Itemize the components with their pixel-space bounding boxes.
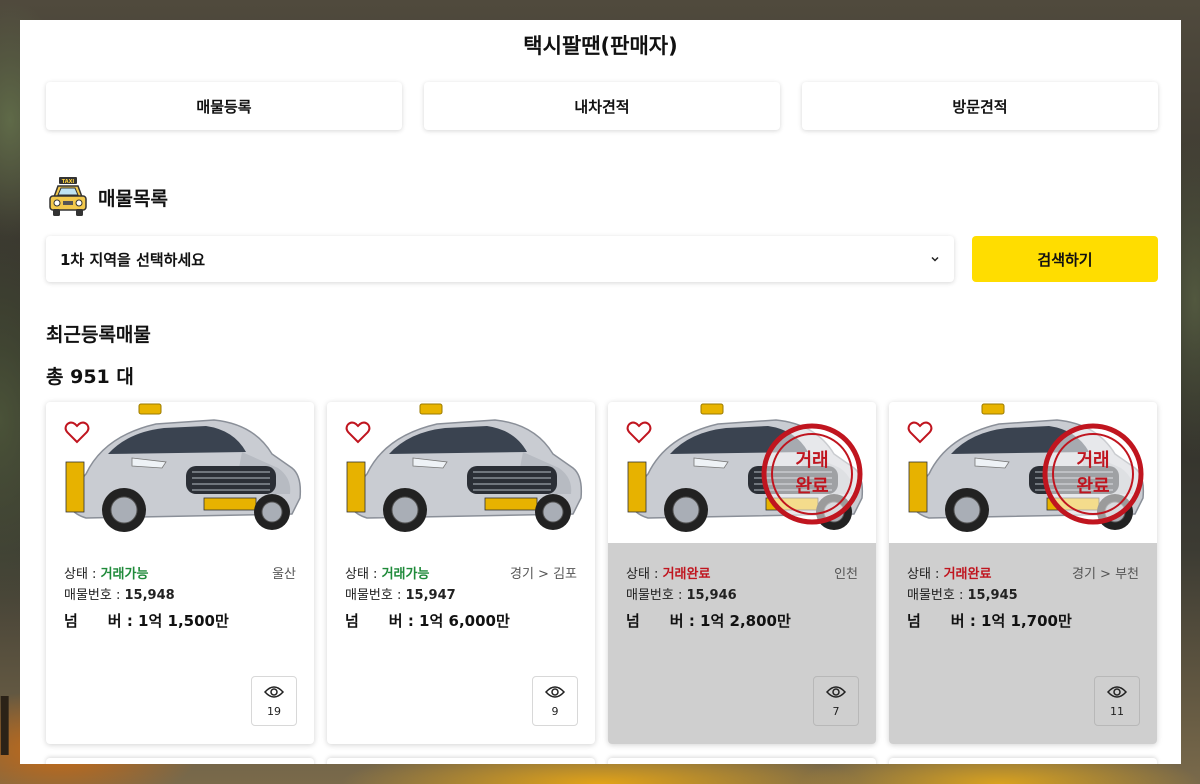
- listing-section-header: TAXI 매물목록: [46, 175, 168, 219]
- card-price: 넘 버 : 1억 2,800만: [626, 610, 791, 631]
- status-label: 상태 :: [64, 567, 101, 582]
- view-count: 19: [267, 704, 281, 718]
- card-status-row: 상태 : 거래가능 경기 > 김포: [345, 563, 577, 582]
- region-select-value: 1차 지역을 선택하세요: [60, 250, 206, 269]
- card-region: 경기 > 부천: [1072, 567, 1139, 582]
- svg-text:TAXI: TAXI: [62, 179, 75, 185]
- sold-stamp: 거래 완료: [1042, 423, 1144, 525]
- region-select[interactable]: 1차 지역을 선택하세요: [46, 236, 954, 282]
- search-button[interactable]: 검색하기: [972, 236, 1158, 282]
- price-label: 넘 버 :: [907, 612, 982, 630]
- card-region: 경기 > 김포: [510, 567, 577, 582]
- status-value: 거래가능: [100, 567, 149, 582]
- tab-my-car-quote[interactable]: 내차견적: [424, 82, 780, 130]
- price-label: 넘 버 :: [345, 612, 420, 630]
- eye-icon: [826, 685, 846, 698]
- action-tabs: 매물등록 내차견적 방문견적: [46, 82, 1158, 130]
- view-count-button[interactable]: 11: [1094, 676, 1140, 726]
- taxi-icon: TAXI: [49, 177, 87, 216]
- card-status-row: 상태 : 거래완료 경기 > 부천: [907, 563, 1139, 582]
- view-count: 7: [832, 704, 840, 718]
- sold-stamp-text-2: 완료: [795, 476, 828, 497]
- card-price: 넘 버 : 1억 1,500만: [64, 610, 229, 631]
- sold-stamp-text-2: 완료: [1076, 476, 1109, 497]
- recent-listings-title: 최근등록매물: [46, 324, 151, 346]
- tab-visit-quote[interactable]: 방문견적: [802, 82, 1158, 130]
- card-region: 울산: [272, 567, 296, 582]
- listing-no-value: 15,947: [405, 588, 456, 603]
- eye-icon: [545, 685, 565, 698]
- main-panel: 택시팔땐(판매자) 매물등록 내차견적 방문견적 TAXI 매물목록 1차 지역…: [20, 20, 1181, 764]
- price-label: 넘 버 :: [626, 612, 701, 630]
- listing-no-label: 매물번호 :: [907, 588, 968, 603]
- listing-card[interactable]: 상태 : 거래가능 경기 > 김포 매물번호 : 15,947 넘 버 : 1억…: [327, 402, 595, 744]
- listing-section-title: 매물목록: [98, 187, 168, 210]
- card-status: 상태 : 거래완료: [626, 563, 710, 582]
- sold-stamp: 거래 완료: [761, 423, 863, 525]
- view-count-button[interactable]: 7: [813, 676, 859, 726]
- status-value: 거래가능: [381, 567, 430, 582]
- status-value: 거래완료: [662, 567, 711, 582]
- page-title: 택시팔땐(판매자): [523, 34, 678, 58]
- card-listing-no: 매물번호 : 15,946: [626, 584, 737, 603]
- chevron-down-icon: [931, 256, 939, 262]
- listing-no-label: 매물번호 :: [626, 588, 687, 603]
- listing-card[interactable]: 거래 완료 상태 : 거래완료 인천 매물번호 : 15,946 넘 버 : 1…: [608, 402, 876, 744]
- price-value: 1억 1,700만: [981, 612, 1072, 630]
- next-row-card-peek: [889, 758, 1157, 764]
- listing-no-value: 15,945: [967, 588, 1018, 603]
- view-count-button[interactable]: 19: [251, 676, 297, 726]
- eye-icon: [264, 685, 284, 698]
- eye-icon: [1107, 685, 1127, 698]
- listing-no-value: 15,946: [686, 588, 737, 603]
- card-listing-no: 매물번호 : 15,945: [907, 584, 1018, 603]
- card-status-row: 상태 : 거래완료 인천: [626, 563, 858, 582]
- card-status-row: 상태 : 거래가능 울산: [64, 563, 296, 582]
- heart-icon[interactable]: [626, 420, 652, 444]
- listing-cards: 상태 : 거래가능 울산 매물번호 : 15,948 넘 버 : 1억 1,50…: [46, 402, 1158, 744]
- card-price: 넘 버 : 1억 6,000만: [345, 610, 510, 631]
- status-label: 상태 :: [345, 567, 382, 582]
- view-count-button[interactable]: 9: [532, 676, 578, 726]
- listing-no-label: 매물번호 :: [64, 588, 125, 603]
- card-region: 인천: [834, 567, 858, 582]
- heart-icon[interactable]: [907, 420, 933, 444]
- view-count: 11: [1110, 704, 1124, 718]
- price-value: 1억 1,500만: [138, 612, 229, 630]
- listing-card[interactable]: 거래 완료 상태 : 거래완료 경기 > 부천 매물번호 : 15,945 넘 …: [889, 402, 1157, 744]
- card-status: 상태 : 거래가능: [345, 563, 429, 582]
- heart-icon[interactable]: [64, 420, 90, 444]
- card-price: 넘 버 : 1억 1,700만: [907, 610, 1072, 631]
- status-label: 상태 :: [907, 567, 944, 582]
- status-label: 상태 :: [626, 567, 663, 582]
- card-status: 상태 : 거래가능: [64, 563, 148, 582]
- price-label: 넘 버 :: [64, 612, 139, 630]
- card-listing-no: 매물번호 : 15,947: [345, 584, 456, 603]
- next-row-card-peek: [608, 758, 876, 764]
- next-row-card-peek: [327, 758, 595, 764]
- listing-no-label: 매물번호 :: [345, 588, 406, 603]
- next-row-card-peek: [46, 758, 314, 764]
- view-count: 9: [551, 704, 559, 718]
- sold-stamp-text-1: 거래: [795, 450, 828, 471]
- price-value: 1억 6,000만: [419, 612, 510, 630]
- price-value: 1억 2,800만: [700, 612, 791, 630]
- total-count: 총 951 대: [46, 366, 134, 388]
- sold-stamp-text-1: 거래: [1076, 450, 1109, 471]
- listing-card[interactable]: 상태 : 거래가능 울산 매물번호 : 15,948 넘 버 : 1억 1,50…: [46, 402, 314, 744]
- card-listing-no: 매물번호 : 15,948: [64, 584, 175, 603]
- tab-register-listing[interactable]: 매물등록: [46, 82, 402, 130]
- listing-no-value: 15,948: [124, 588, 175, 603]
- status-value: 거래완료: [943, 567, 992, 582]
- card-status: 상태 : 거래완료: [907, 563, 991, 582]
- heart-icon[interactable]: [345, 420, 371, 444]
